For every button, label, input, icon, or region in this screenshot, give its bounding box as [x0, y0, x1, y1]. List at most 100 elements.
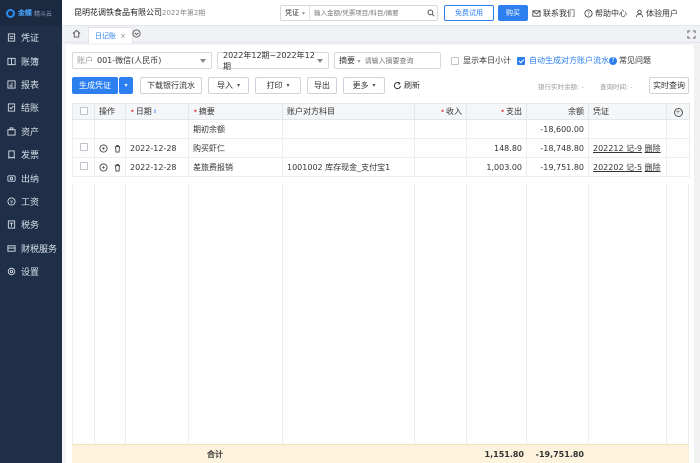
logo-sub: 精斗云	[34, 10, 53, 18]
column-settings-icon[interactable]: +	[673, 107, 683, 117]
realtime-query-button[interactable]: 实时查询	[649, 77, 689, 94]
free-trial-button[interactable]: 免费试用	[444, 5, 494, 21]
contact-us-link[interactable]: 联系我们	[532, 0, 575, 26]
sidebar-item-asset[interactable]: 资产	[0, 120, 62, 143]
row-checkbox[interactable]	[79, 143, 88, 151]
help-center-link[interactable]: ? 帮助中心	[584, 0, 627, 26]
row-income[interactable]	[414, 157, 467, 177]
sort-icon[interactable]: ⇕	[153, 109, 157, 115]
tab-journal[interactable]: 日记账 ×	[88, 27, 133, 43]
show-daily-subtotal-option[interactable]: 显示本日小计	[451, 55, 511, 66]
row-expense[interactable]	[466, 119, 527, 139]
sidebar-item-service[interactable]: 财税服务	[0, 237, 62, 260]
sidebar-item-ledger[interactable]: 账簿	[0, 49, 62, 72]
sidebar-item-invoice[interactable]: 发票	[0, 143, 62, 166]
row-counter-account[interactable]	[282, 138, 415, 158]
accounting-period: 2022年第2期	[162, 9, 206, 17]
tab-menu-icon[interactable]	[132, 29, 142, 39]
sidebar-item-closing[interactable]: 结账	[0, 96, 62, 119]
row-voucher	[588, 119, 667, 139]
user-menu[interactable]: 体验用户	[635, 0, 678, 26]
search-icon[interactable]	[425, 9, 437, 17]
download-bank-statement-button[interactable]: 下载银行流水	[140, 77, 202, 94]
sidebar-item-cashier[interactable]: 出纳	[0, 166, 62, 189]
settings-icon	[6, 267, 16, 277]
home-icon[interactable]	[72, 29, 82, 39]
import-label: 导入	[216, 81, 233, 90]
auto-generate-option[interactable]: 自动生成对方账户流水	[517, 55, 609, 66]
search-input[interactable]	[310, 9, 425, 17]
voucher-link[interactable]: 202212 记-9	[593, 144, 642, 153]
row-expense[interactable]: 1,003.00	[466, 157, 527, 177]
sidebar-item-label: 凭证	[21, 34, 40, 45]
table-header-row: 操作 •日期⇕ •摘要 账户对方科目 •收入 •支出 余额 凭证 +	[72, 103, 690, 120]
add-row-icon[interactable]	[99, 162, 108, 172]
sidebar-item-tax[interactable]: 税务	[0, 213, 62, 236]
sidebar-item-voucher[interactable]: 凭证	[0, 26, 62, 49]
faq-link[interactable]: ? 常见问题	[609, 55, 651, 66]
app-logo[interactable]: 金蝶 精斗云	[0, 0, 62, 26]
export-button[interactable]: 导出	[307, 77, 337, 94]
tab-label: 日记账	[95, 31, 116, 40]
col-header-summary: •摘要	[188, 103, 283, 120]
fullscreen-icon[interactable]	[687, 30, 696, 39]
search-type-select[interactable]: 凭证 ▾	[281, 6, 311, 20]
contact-icon	[532, 9, 541, 17]
vertical-scrollbar[interactable]	[694, 45, 700, 463]
select-all-cell	[72, 103, 95, 120]
row-summary[interactable]: 购买虾仁	[188, 138, 283, 158]
sidebar-item-label: 财税服务	[21, 244, 58, 255]
print-button[interactable]: 打印 ▾	[255, 77, 301, 94]
summary-input[interactable]	[364, 56, 431, 65]
row-extra	[666, 119, 690, 139]
select-all-checkbox[interactable]	[79, 106, 88, 115]
sidebar-item-label: 账簿	[21, 57, 40, 68]
row-counter-account[interactable]: 1001002 库存现金_支付宝1	[282, 157, 415, 177]
delete-row-icon[interactable]	[113, 163, 122, 172]
sidebar-item-settings[interactable]: 设置	[0, 260, 62, 283]
row-summary[interactable]: 期初余额	[188, 119, 283, 139]
main-content: 账户 001-微信(人民币) 2022年12期~2022年12期 摘要 ▾ 显示…	[66, 45, 696, 463]
sidebar-item-report[interactable]: 报表	[0, 73, 62, 96]
period-select[interactable]: 2022年12期~2022年12期	[217, 51, 329, 71]
sidebar-item-salary[interactable]: ¥ 工资	[0, 190, 62, 213]
voucher-link[interactable]: 202202 记-5	[593, 163, 642, 172]
buy-button[interactable]: 购买	[498, 5, 528, 21]
logo-mark-icon	[6, 8, 15, 18]
close-icon[interactable]: ×	[120, 32, 126, 40]
user-name: 体验用户	[646, 8, 678, 18]
sidebar-item-label: 结账	[21, 104, 40, 115]
show-subtotal-checkbox[interactable]	[451, 56, 459, 65]
summary-filter-select[interactable]: 摘要 ▾	[335, 55, 365, 66]
row-checkbox[interactable]	[79, 162, 88, 170]
auto-generate-checkbox[interactable]	[517, 56, 525, 65]
row-counter-account[interactable]	[282, 119, 415, 139]
delete-row-icon[interactable]	[113, 144, 122, 153]
total-row: 合计 1,151.80 -19,751.80	[72, 444, 689, 463]
generate-voucher-dropdown[interactable]: ▾	[119, 77, 133, 94]
delete-voucher-link[interactable]: 删除	[645, 144, 661, 153]
generate-voucher-button[interactable]: 生成凭证	[72, 77, 118, 94]
refresh-button[interactable]: 刷新	[393, 77, 420, 94]
row-op-cell	[94, 119, 126, 139]
col-header-date[interactable]: •日期⇕	[125, 103, 189, 120]
col-header-counter-account: 账户对方科目	[282, 103, 415, 120]
account-select[interactable]: 账户 001-微信(人民币)	[72, 52, 212, 69]
global-search: 凭证 ▾	[280, 5, 438, 21]
row-summary[interactable]: 差旅费报销	[188, 157, 283, 177]
import-button[interactable]: 导入 ▾	[208, 77, 249, 94]
row-date[interactable]: 2022-12-28	[125, 138, 189, 158]
row-income[interactable]	[414, 119, 467, 139]
row-income[interactable]	[414, 138, 467, 158]
row-date[interactable]	[125, 119, 189, 139]
delete-voucher-link[interactable]: 删除	[645, 163, 661, 172]
svg-text:¥: ¥	[10, 199, 13, 205]
total-label: 合计	[207, 449, 223, 459]
row-expense[interactable]: 148.80	[466, 138, 527, 158]
company-title[interactable]: 昆明花调铁食品有限公司2022年第2期	[74, 7, 205, 18]
row-date[interactable]: 2022-12-28	[125, 157, 189, 177]
more-button[interactable]: 更多 ▾	[343, 77, 385, 94]
add-row-icon[interactable]	[99, 143, 108, 153]
table-row: 2022-12-28 差旅费报销 1001002 库存现金_支付宝1 1,003…	[72, 157, 690, 177]
row-voucher-cell: 202212 记-9 删除	[588, 138, 667, 158]
